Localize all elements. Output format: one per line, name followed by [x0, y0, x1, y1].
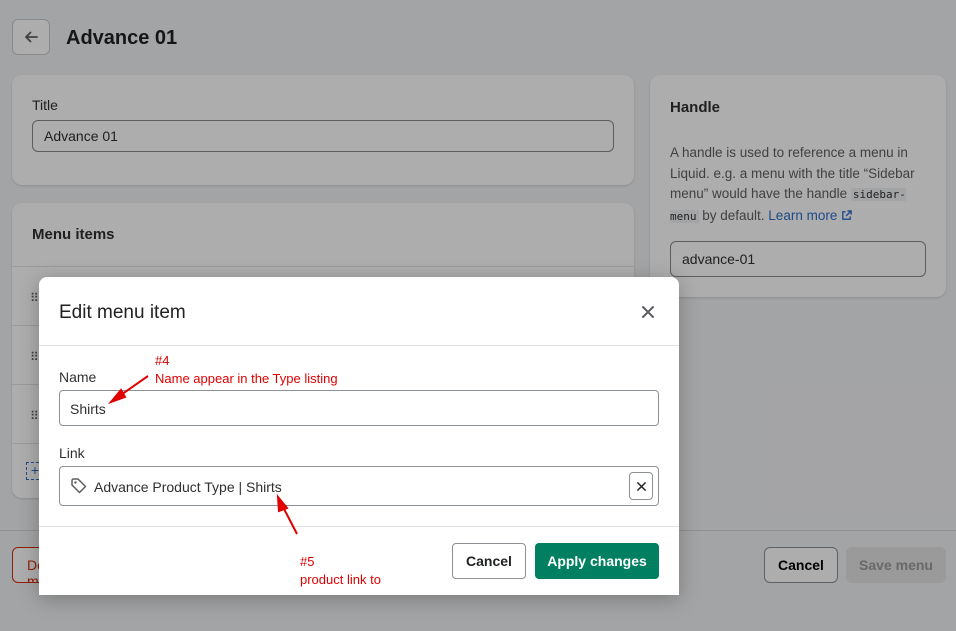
link-value: Advance Product Type | Shirts [94, 479, 282, 495]
close-icon [642, 306, 654, 318]
close-button[interactable] [637, 301, 659, 323]
annotation-5: #5 product link to [300, 553, 381, 589]
close-icon [636, 481, 646, 491]
annotation-4-text: Name appear in the Type listing [155, 371, 338, 386]
tag-icon [71, 478, 87, 494]
name-input[interactable]: Shirts [59, 390, 659, 426]
modal-header-divider [39, 345, 679, 346]
modal-footer-divider [39, 526, 679, 527]
name-label: Name [59, 369, 97, 385]
clear-link-button[interactable] [629, 472, 653, 500]
annotation-5-text: product link to [300, 572, 381, 587]
link-label: Link [59, 445, 85, 461]
annotation-4: #4 Name appear in the Type listing [155, 352, 338, 388]
link-field[interactable]: Advance Product Type | Shirts [59, 466, 659, 506]
modal-cancel-button[interactable]: Cancel [452, 543, 526, 579]
modal-title: Edit menu item [59, 302, 186, 323]
annotation-4-number: #4 [155, 353, 170, 368]
annotation-5-number: #5 [300, 554, 315, 569]
apply-changes-button[interactable]: Apply changes [535, 543, 659, 579]
edit-menu-item-modal: Edit menu item Name Shirts Link Advance … [39, 277, 679, 595]
